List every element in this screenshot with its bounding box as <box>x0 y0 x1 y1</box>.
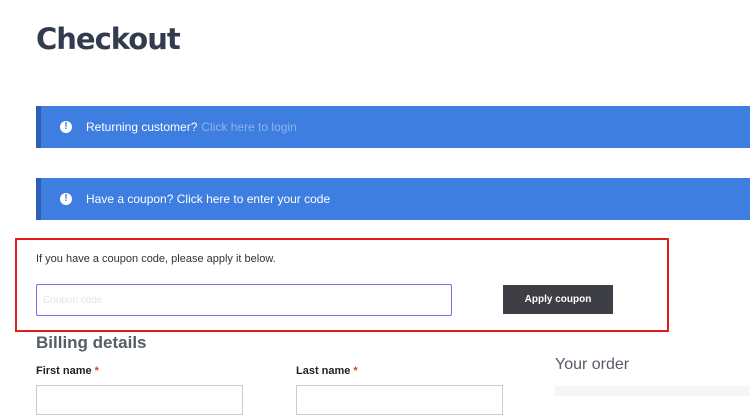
coupon-help-text: If you have a coupon code, please apply … <box>36 253 276 265</box>
login-link[interactable]: Click here to login <box>201 120 296 134</box>
required-mark: * <box>353 365 358 377</box>
returning-customer-notice: ! Returning customer? Click here to logi… <box>36 106 750 148</box>
last-name-label-text: Last name <box>296 365 351 377</box>
apply-coupon-button[interactable]: Apply coupon <box>503 285 613 314</box>
billing-details-heading: Billing details <box>36 333 147 352</box>
coupon-notice-text[interactable]: Have a coupon? Click here to enter your … <box>86 192 330 206</box>
page-title: Checkout <box>36 22 181 56</box>
first-name-label: First name * <box>36 365 99 377</box>
coupon-code-input[interactable] <box>36 284 452 316</box>
order-review-panel <box>555 386 750 396</box>
coupon-notice[interactable]: ! Have a coupon? Click here to enter you… <box>36 178 750 220</box>
returning-customer-text: Returning customer? <box>86 120 198 134</box>
info-icon: ! <box>60 193 72 205</box>
your-order-heading: Your order <box>555 356 630 373</box>
info-icon: ! <box>60 121 72 133</box>
first-name-label-text: First name <box>36 365 92 377</box>
last-name-label: Last name * <box>296 365 358 377</box>
required-mark: * <box>94 365 99 377</box>
